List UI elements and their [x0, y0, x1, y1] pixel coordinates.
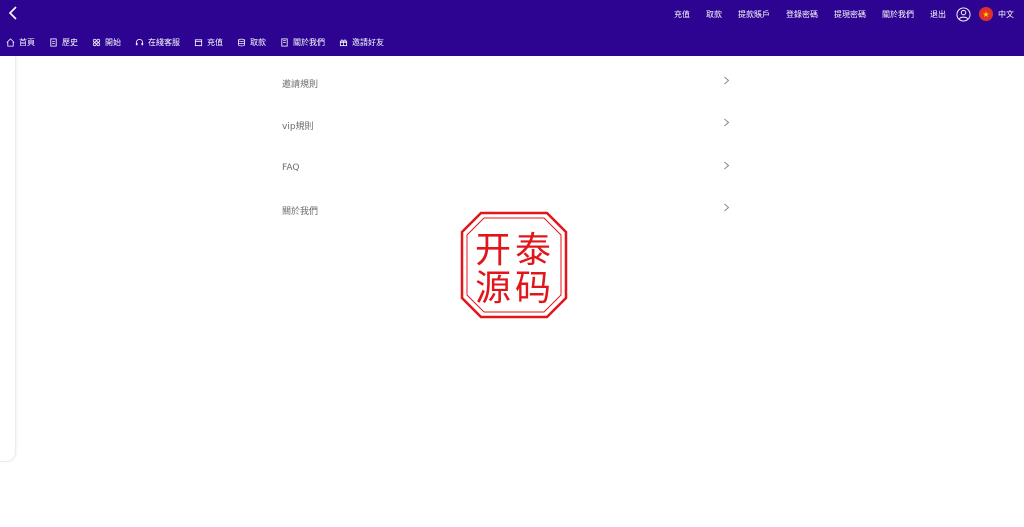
- nav-item-label: 在綫客服: [148, 37, 180, 47]
- nav-item-label: 邀請好友: [352, 37, 384, 47]
- nav-item-about-us[interactable]: 關於我們: [280, 37, 325, 48]
- grid-icon: [92, 38, 101, 46]
- watermark-seal: 开 泰 源 码: [460, 211, 568, 319]
- back-arrow-icon[interactable]: [6, 4, 22, 22]
- chevron-right-icon: [724, 203, 730, 212]
- chevron-right-icon: [724, 118, 730, 127]
- top-link-logout[interactable]: 退出: [930, 9, 946, 20]
- book-icon: [281, 37, 288, 47]
- home-icon: [6, 37, 15, 47]
- top-link-login-password[interactable]: 登錄密碼: [786, 9, 818, 20]
- nav-item-label: 關於我們: [293, 37, 325, 47]
- svg-text:泰: 泰: [515, 230, 551, 271]
- wallet-icon: [194, 38, 203, 46]
- main-nav: 首頁 歷史 開始 在綫客服 充值 取款 關於我們 邀請好友: [0, 28, 1024, 56]
- nav-item-history[interactable]: 歷史: [49, 37, 78, 48]
- menu-item-label: vip規則: [282, 122, 314, 133]
- nav-item-online-support[interactable]: 在綫客服: [135, 37, 180, 48]
- nav-item-label: 開始: [105, 37, 121, 47]
- menu-item-vip-rules[interactable]: vip規則: [272, 105, 742, 148]
- menu-item-faq[interactable]: FAQ: [272, 147, 742, 190]
- info-menu: 邀請規則 vip規則 FAQ 關於我們: [272, 62, 742, 232]
- nav-item-recharge[interactable]: 充值: [194, 37, 223, 48]
- china-flag-icon: ★: [979, 7, 993, 21]
- side-panel-edge: [0, 56, 18, 466]
- nav-item-withdraw[interactable]: 取款: [237, 37, 266, 48]
- svg-text:开: 开: [475, 230, 511, 271]
- nav-item-start[interactable]: 開始: [92, 37, 121, 48]
- nav-item-label: 首頁: [19, 37, 35, 47]
- top-link-withdraw-password[interactable]: 提現密碼: [834, 9, 866, 20]
- nav-item-label: 取款: [250, 37, 266, 47]
- svg-text:源: 源: [475, 268, 511, 309]
- headset-icon: [135, 38, 144, 45]
- menu-item-label: FAQ: [282, 163, 300, 174]
- menu-item-invite-rules[interactable]: 邀請規則: [272, 62, 742, 105]
- chevron-right-icon: [724, 76, 730, 85]
- user-account-icon[interactable]: [956, 6, 971, 22]
- top-header: 充值 取款 提款賬戶 登錄密碼 提現密碼 關於我們 退出 ★ 中文: [0, 0, 1024, 28]
- nav-item-home[interactable]: 首頁: [6, 37, 35, 48]
- document-icon: [50, 37, 57, 47]
- language-selector[interactable]: ★ 中文: [979, 7, 1014, 21]
- nav-item-label: 充值: [207, 37, 223, 47]
- nav-item-invite-friends[interactable]: 邀請好友: [339, 37, 384, 48]
- gift-icon: [339, 38, 348, 46]
- menu-item-label: 關於我們: [282, 207, 319, 218]
- language-label: 中文: [998, 9, 1014, 19]
- top-links: 充值 取款 提款賬戶 登錄密碼 提現密碼 關於我們 退出 ★ 中文: [658, 0, 1014, 28]
- top-link-about-us[interactable]: 關於我們: [882, 9, 914, 20]
- database-icon: [237, 38, 246, 46]
- top-link-recharge[interactable]: 充值: [674, 9, 690, 20]
- nav-item-label: 歷史: [62, 37, 78, 47]
- top-link-withdraw[interactable]: 取款: [706, 9, 722, 20]
- menu-item-label: 邀請規則: [282, 79, 319, 90]
- svg-text:码: 码: [515, 268, 551, 309]
- chevron-right-icon: [724, 161, 730, 170]
- top-link-withdraw-account[interactable]: 提款賬戶: [738, 9, 770, 20]
